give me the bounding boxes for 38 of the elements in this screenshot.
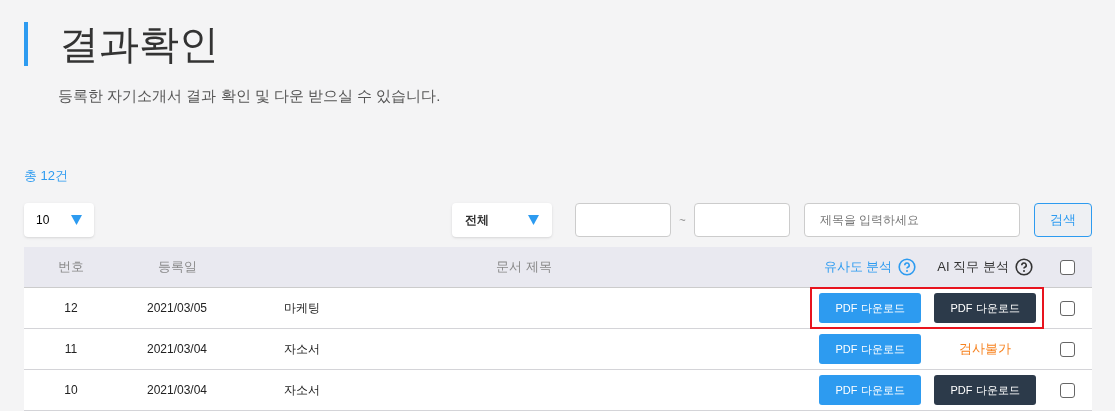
checkbox[interactable] <box>1059 382 1075 398</box>
column-header[interactable]: 유사도 분석 <box>823 257 893 277</box>
column-header: 문서 제목 <box>496 258 552 277</box>
table-cell-text: 2021/03/04 <box>145 341 209 358</box>
title-accent-bar <box>24 22 28 66</box>
table-cell-text: 자소서 <box>283 341 321 358</box>
pdf-download-button[interactable]: PDF 다운로드 <box>819 293 921 323</box>
column-header: 번호 <box>58 258 84 277</box>
page-title: 결과확인 <box>59 22 219 66</box>
help-icon[interactable] <box>1014 258 1033 276</box>
checkbox[interactable] <box>1059 259 1075 275</box>
table-cell-text: 2021/03/04 <box>145 382 209 399</box>
pdf-download-button[interactable]: PDF 다운로드 <box>934 293 1036 323</box>
column-header: AI 직무 분석 <box>937 258 1009 277</box>
table-cell-text: 10 <box>63 382 79 399</box>
column-header: 등록일 <box>157 258 197 277</box>
table-cell-text: 마케팅 <box>283 300 321 317</box>
pdf-download-button[interactable]: PDF 다운로드 <box>934 375 1036 405</box>
page-size-select[interactable]: 10 <box>24 203 94 237</box>
checkbox[interactable] <box>1059 341 1075 357</box>
page-subtitle: 등록한 자기소개서 결과 확인 및 다운 받으실 수 있습니다. <box>58 86 442 106</box>
search-button[interactable]: 검색 <box>1034 203 1092 237</box>
table-cell-text: 12 <box>63 300 79 317</box>
date-range-separator: ~ <box>678 212 687 228</box>
pdf-download-button[interactable]: PDF 다운로드 <box>819 334 921 364</box>
table-cell-text: 11 <box>63 341 79 358</box>
unavailable-status: 검사불가 <box>959 340 1011 359</box>
end-date-field[interactable] <box>694 203 790 237</box>
start-date-field[interactable] <box>575 203 671 237</box>
table-cell-text: 2021/03/05 <box>145 300 209 317</box>
caret-icon <box>71 215 82 225</box>
caret-icon <box>528 215 539 225</box>
total-count: 총 12건 <box>24 166 70 185</box>
category-select[interactable]: 전체 <box>452 203 552 237</box>
search-field[interactable]: 제목을 입력하세요 <box>804 203 1020 237</box>
checkbox[interactable] <box>1059 300 1075 316</box>
table-cell-text: 자소서 <box>283 382 321 399</box>
pdf-download-button[interactable]: PDF 다운로드 <box>819 375 921 405</box>
